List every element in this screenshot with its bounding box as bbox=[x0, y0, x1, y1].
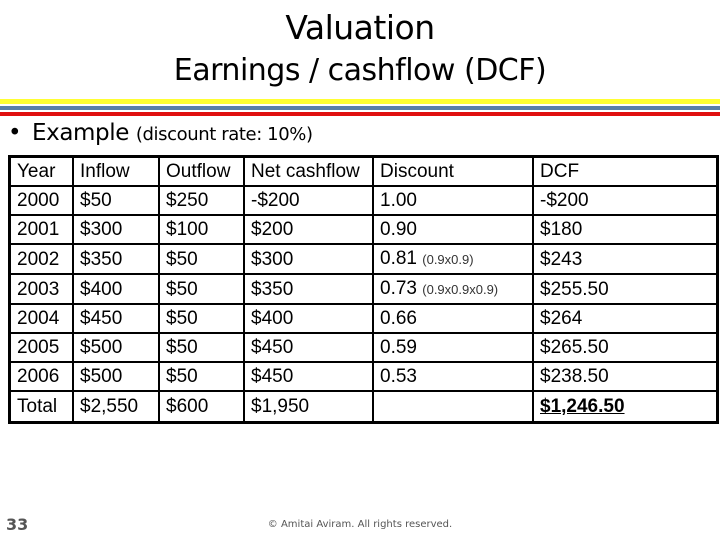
bullet-text: Example bbox=[32, 120, 129, 146]
discount-formula-note: (0.9x0.9x0.9) bbox=[422, 282, 499, 297]
cell-discount: 0.81 (0.9x0.9) bbox=[372, 243, 534, 275]
bullet-item: • Example (discount rate: 10%) bbox=[8, 120, 313, 146]
copyright-footer: © Amitai Aviram. All rights reserved. bbox=[267, 519, 453, 530]
cell-outflow: $250 bbox=[158, 185, 245, 216]
header-year: Year bbox=[8, 155, 74, 187]
table-header-row: Year Inflow Outflow Net cashflow Discoun… bbox=[8, 155, 719, 187]
slide-subtitle: Earnings / cashflow (DCF) bbox=[173, 53, 547, 88]
cell-dcf: -$200 bbox=[532, 185, 719, 216]
cell-net-cashflow: $200 bbox=[243, 214, 374, 245]
discount-value: 0.53 bbox=[380, 366, 417, 387]
table-row: 2004 $450 $50 $400 0.66 $264 bbox=[8, 303, 719, 334]
table-row: 2002 $350 $50 $300 0.81 (0.9x0.9) $243 bbox=[8, 243, 719, 275]
cell-inflow: $300 bbox=[72, 214, 160, 245]
bullet-note: (discount rate: 10%) bbox=[135, 124, 313, 145]
total-inflow: $2,550 bbox=[72, 390, 160, 424]
cell-net-cashflow: $300 bbox=[243, 243, 374, 275]
cell-year: 2002 bbox=[8, 243, 74, 275]
cell-discount: 1.00 bbox=[372, 185, 534, 216]
dcf-table: Year Inflow Outflow Net cashflow Discoun… bbox=[8, 155, 719, 424]
table-row: 2005 $500 $50 $450 0.59 $265.50 bbox=[8, 332, 719, 363]
cell-discount: 0.59 bbox=[372, 332, 534, 363]
cell-outflow: $50 bbox=[158, 243, 245, 275]
cell-outflow: $50 bbox=[158, 361, 245, 392]
cell-net-cashflow: $400 bbox=[243, 303, 374, 334]
cell-year: 2001 bbox=[8, 214, 74, 245]
discount-formula-note: (0.9x0.9) bbox=[422, 252, 474, 267]
discount-value: 0.59 bbox=[380, 337, 417, 358]
decorative-stripe-yellow bbox=[0, 99, 720, 104]
cell-outflow: $100 bbox=[158, 214, 245, 245]
discount-value: 0.73 bbox=[380, 278, 417, 299]
cell-net-cashflow: -$200 bbox=[243, 185, 374, 216]
total-outflow: $600 bbox=[158, 390, 245, 424]
header-discount: Discount bbox=[372, 155, 534, 187]
cell-discount: 0.53 bbox=[372, 361, 534, 392]
cell-inflow: $500 bbox=[72, 361, 160, 392]
table-total-row: Total $2,550 $600 $1,950 $1,246.50 bbox=[8, 390, 719, 424]
cell-net-cashflow: $350 bbox=[243, 273, 374, 305]
total-dcf: $1,246.50 bbox=[532, 390, 719, 424]
header-dcf: DCF bbox=[532, 155, 719, 187]
cell-year: 2000 bbox=[8, 185, 74, 216]
cell-dcf: $238.50 bbox=[532, 361, 719, 392]
cell-net-cashflow: $450 bbox=[243, 332, 374, 363]
cell-inflow: $450 bbox=[72, 303, 160, 334]
cell-discount: 0.90 bbox=[372, 214, 534, 245]
decorative-stripe-blue bbox=[0, 106, 720, 110]
cell-dcf: $243 bbox=[532, 243, 719, 275]
table-row: 2000 $50 $250 -$200 1.00 -$200 bbox=[8, 185, 719, 216]
cell-year: 2005 bbox=[8, 332, 74, 363]
cell-discount: 0.66 bbox=[372, 303, 534, 334]
cell-discount: 0.73 (0.9x0.9x0.9) bbox=[372, 273, 534, 305]
cell-dcf: $265.50 bbox=[532, 332, 719, 363]
cell-year: 2004 bbox=[8, 303, 74, 334]
table-row: 2001 $300 $100 $200 0.90 $180 bbox=[8, 214, 719, 245]
table-row: 2003 $400 $50 $350 0.73 (0.9x0.9x0.9) $255.50 bbox=[8, 273, 719, 305]
cell-outflow: $50 bbox=[158, 273, 245, 305]
cell-year: 2003 bbox=[8, 273, 74, 305]
discount-value: 0.81 bbox=[380, 248, 417, 269]
discount-value: 0.90 bbox=[380, 219, 417, 240]
cell-dcf: $180 bbox=[532, 214, 719, 245]
cell-inflow: $400 bbox=[72, 273, 160, 305]
total-label: Total bbox=[8, 390, 74, 424]
header-net-cashflow: Net cashflow bbox=[243, 155, 374, 187]
total-discount bbox=[372, 390, 534, 424]
cell-year: 2006 bbox=[8, 361, 74, 392]
cell-dcf: $255.50 bbox=[532, 273, 719, 305]
discount-value: 1.00 bbox=[380, 190, 417, 211]
header-outflow: Outflow bbox=[158, 155, 245, 187]
decorative-stripe-red bbox=[0, 112, 720, 116]
total-net-cashflow: $1,950 bbox=[243, 390, 374, 424]
header-inflow: Inflow bbox=[72, 155, 160, 187]
cell-dcf: $264 bbox=[532, 303, 719, 334]
slide-title: Valuation bbox=[285, 8, 435, 47]
discount-value: 0.66 bbox=[380, 308, 417, 329]
cell-outflow: $50 bbox=[158, 332, 245, 363]
bullet-icon: • bbox=[8, 120, 22, 146]
cell-outflow: $50 bbox=[158, 303, 245, 334]
cell-inflow: $50 bbox=[72, 185, 160, 216]
cell-inflow: $500 bbox=[72, 332, 160, 363]
cell-net-cashflow: $450 bbox=[243, 361, 374, 392]
table-row: 2006 $500 $50 $450 0.53 $238.50 bbox=[8, 361, 719, 392]
cell-inflow: $350 bbox=[72, 243, 160, 275]
